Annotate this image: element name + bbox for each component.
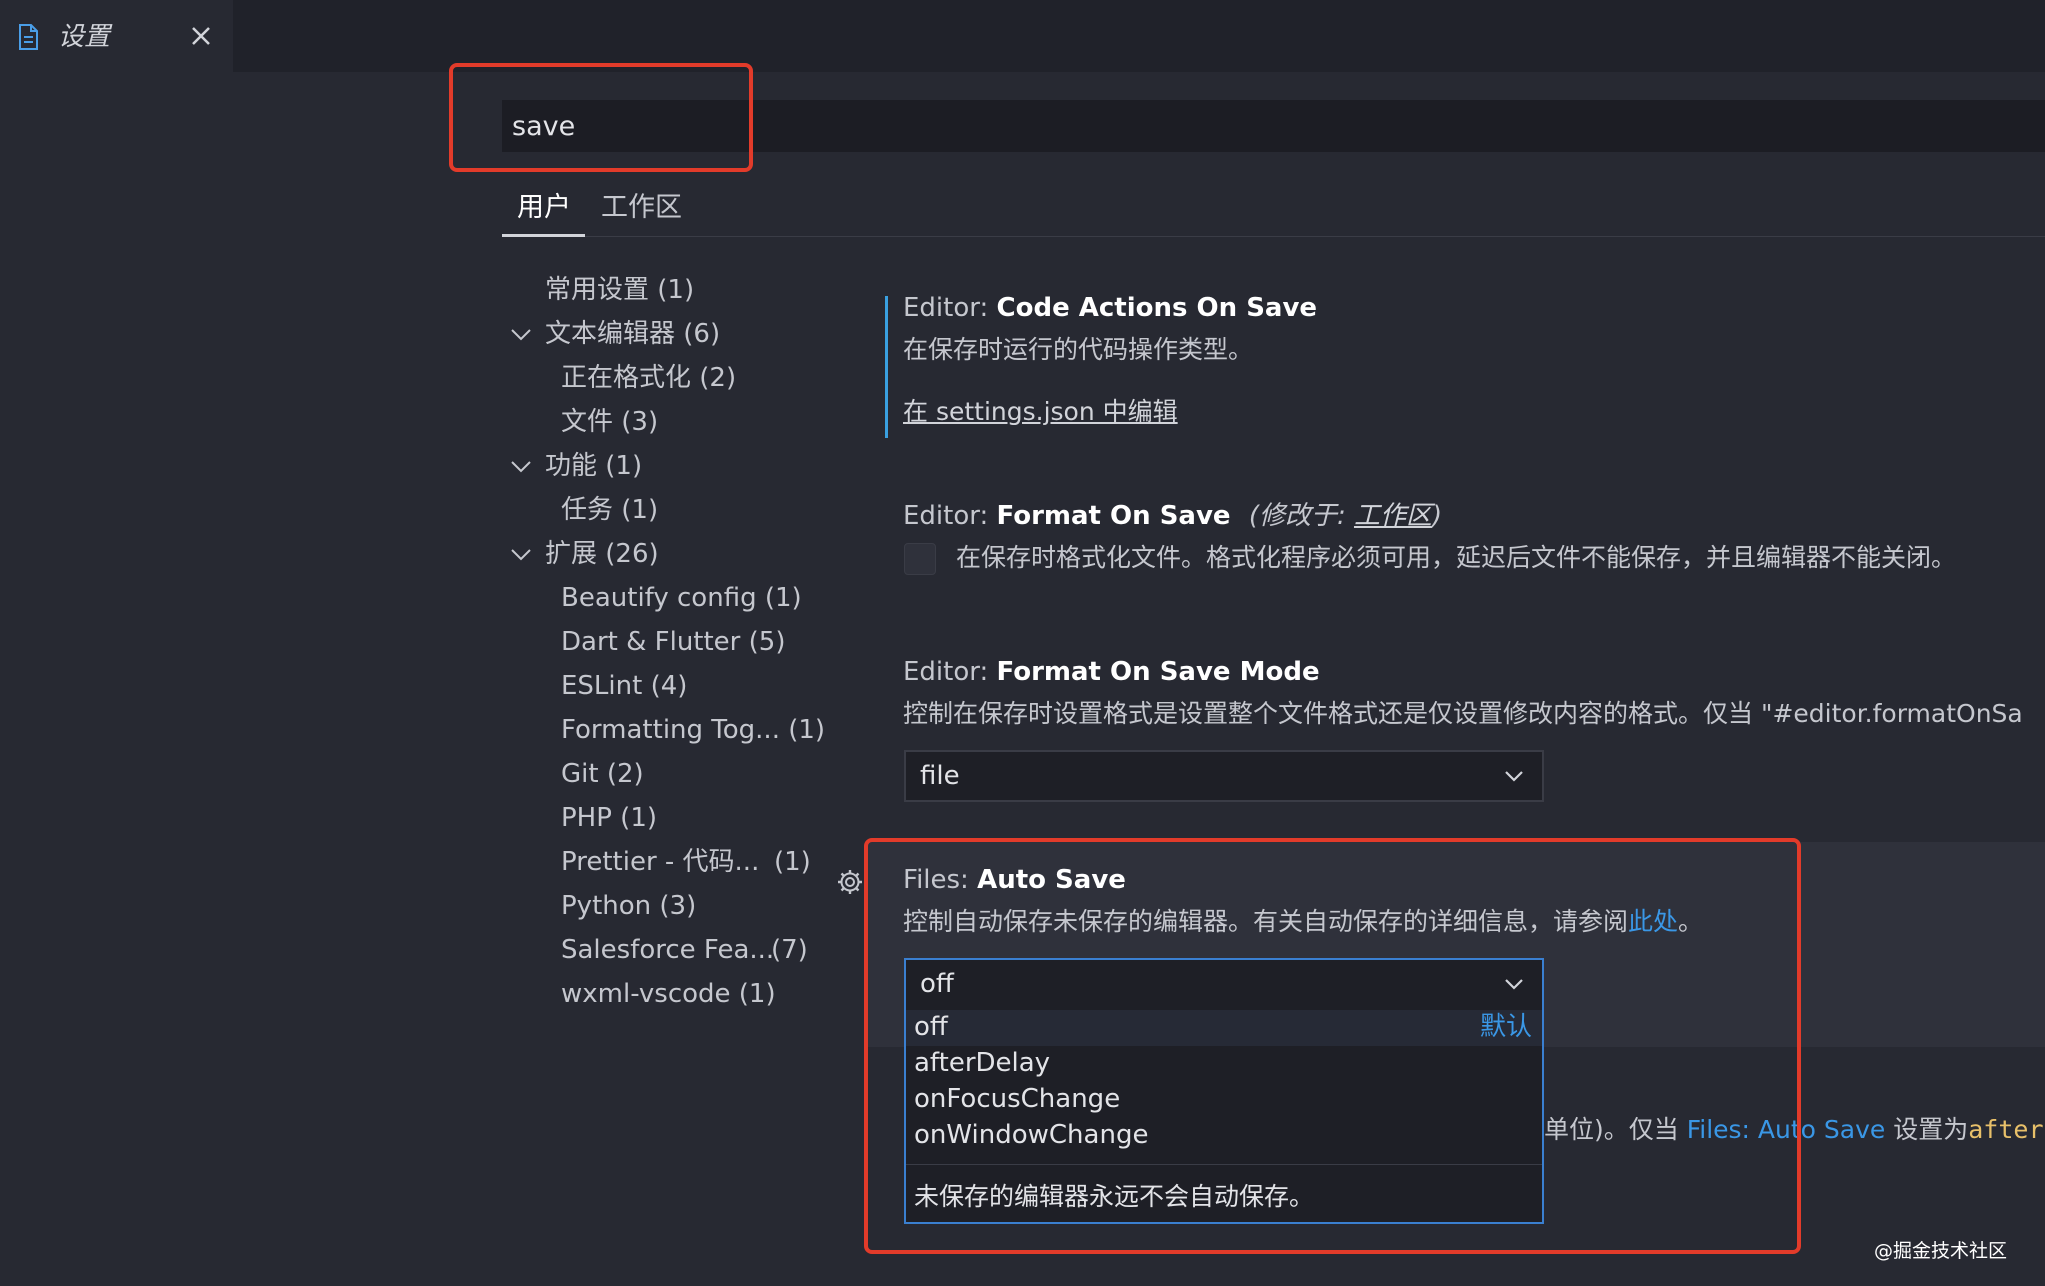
tab-title: 设置: [58, 22, 111, 52]
toc-item-salesforce-count: (7): [771, 935, 808, 965]
select-value: file: [920, 761, 960, 791]
close-icon[interactable]: [185, 20, 217, 52]
toc-item-prettier[interactable]: Prettier - 代码...: [561, 845, 759, 879]
editor-tab-settings[interactable]: 设置: [0, 0, 233, 72]
tab-user[interactable]: 用户: [517, 188, 571, 228]
toc-item-beautify[interactable]: Beautify config (1): [561, 581, 802, 615]
toc-item-wxml[interactable]: wxml-vscode (1): [561, 977, 776, 1011]
tab-workspace[interactable]: 工作区: [601, 188, 682, 228]
file-icon: [19, 24, 38, 50]
edit-in-settings-json-link[interactable]: 在 settings.json 中编辑: [903, 395, 1178, 429]
watermark: @掘金技术社区: [1874, 1240, 2008, 1262]
chevron-down-icon: [1505, 771, 1523, 782]
toc-item-tasks[interactable]: 任务 (1): [561, 493, 658, 527]
toc-item-text-editor[interactable]: 文本编辑器 (6): [545, 317, 720, 351]
setting-title-code-actions: Editor: Code Actions On Save: [903, 293, 1318, 323]
tab-bar: [0, 0, 2045, 72]
focused-setting-indicator: [885, 296, 888, 438]
toc-item-features[interactable]: 功能 (1): [545, 449, 642, 483]
gear-icon[interactable]: [836, 868, 864, 896]
chevron-down-icon[interactable]: [510, 460, 532, 474]
toc-item-php[interactable]: PHP (1): [561, 801, 657, 835]
setting-desc-format-on-save-mode: 控制在保存时设置格式是设置整个文件格式还是仅设置修改内容的格式。仅当 "#edi…: [903, 699, 2023, 728]
highlight-box-search: [449, 63, 753, 172]
tabs-divider: [502, 236, 2045, 237]
toc-item-extensions[interactable]: 扩展 (26): [545, 537, 659, 571]
toc-item-formatting[interactable]: 正在格式化 (2): [561, 361, 736, 395]
format-on-save-mode-select[interactable]: file: [904, 750, 1544, 802]
toc-item-salesforce[interactable]: Salesforce Fea...: [561, 933, 774, 967]
toc-item-dart-flutter[interactable]: Dart & Flutter (5): [561, 625, 785, 659]
active-tab-indicator: [502, 234, 585, 237]
format-on-save-checkbox[interactable]: [904, 543, 936, 575]
toc-item-prettier-count: (1): [774, 847, 811, 877]
setting-title-format-on-save: Editor: Format On Save (修改于: 工作区): [903, 501, 1443, 531]
setting-desc-format-on-save: 在保存时格式化文件。格式化程序必须可用，延迟后文件不能保存，并且编辑器不能关闭。: [956, 543, 1957, 572]
chevron-down-icon[interactable]: [510, 328, 532, 342]
setting-desc-code-actions: 在保存时运行的代码操作类型。: [903, 335, 1254, 364]
toc-item-git[interactable]: Git (2): [561, 757, 644, 791]
toc-item-formatting-toggle[interactable]: Formatting Tog... (1): [561, 713, 825, 747]
toc-item-files[interactable]: 文件 (3): [561, 405, 658, 439]
highlight-box-auto-save: [864, 838, 1801, 1254]
toc-item-python[interactable]: Python (3): [561, 889, 696, 923]
toc-item-eslint[interactable]: ESLint (4): [561, 669, 687, 703]
modified-in-workspace-link[interactable]: 工作区: [1354, 501, 1432, 531]
setting-title-format-on-save-mode: Editor: Format On Save Mode: [903, 657, 1320, 687]
chevron-down-icon[interactable]: [510, 548, 532, 562]
toc-item-common[interactable]: 常用设置 (1): [545, 273, 694, 307]
